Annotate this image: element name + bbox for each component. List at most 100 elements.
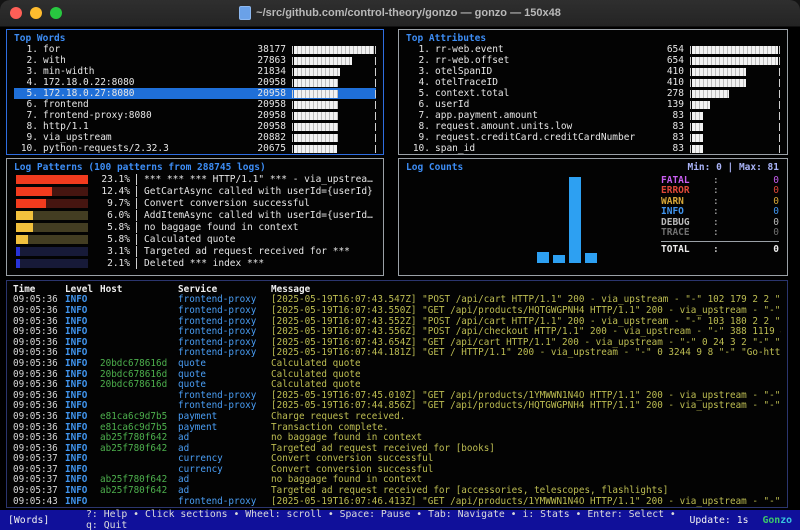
log-row[interactable]: 09:05:36INFOe81ca6c9d7b5paymentTransacti… [13,422,781,433]
top-list-item[interactable]: 10.span_id83 [406,143,780,154]
log-host: 20bdc678616d [100,369,173,380]
top-list-item[interactable]: 1.for38177 [14,44,376,55]
top-list-item[interactable]: 5.172.18.0.27:808020958 [14,88,376,99]
log-time: 09:05:36 [13,294,60,305]
log-row[interactable]: 09:05:43INFOfrontend-proxy[2025-05-19T16… [13,496,781,507]
panel-logs[interactable]: Time Level Host Service Message 09:05:36… [6,280,788,508]
level-stat-row: ERROR:0 [661,186,779,197]
log-patterns-title: Log Patterns (100 patterns from 288745 l… [14,162,376,173]
pattern-message: Calculated quote [136,234,376,245]
logs-rows: 09:05:36 INFO frontend-proxy [2025-05-19T16… [13,295,781,507]
item-label: frontend [43,99,242,110]
log-row[interactable]: 09:05:36INFOab25f780f642adno baggage fou… [13,432,781,443]
mode-indicator: [Words] [8,515,86,526]
log-row[interactable]: 09:05:36INFOfrontend-proxy[2025-05-19T16… [13,390,781,401]
panel-log-counts[interactable]: Log Counts Min: 0 | Max: 81 FATAL:0ERROR… [398,158,788,276]
top-list-item[interactable]: 8.http/1.120958 [14,121,376,132]
item-rank: 3. [406,66,430,77]
top-list-item[interactable]: 7.app.payment.amount83 [406,110,780,121]
log-patterns-list: 23.1%*** *** *** HTTP/1.1" *** - via_ups… [14,173,376,269]
panel-top-words[interactable]: Top Words 1.for381772.with278633.min-wid… [6,29,384,155]
top-list-item[interactable]: 9.via_upstream20882 [14,132,376,143]
document-icon [239,6,251,20]
log-row[interactable]: 09:05:36INFOfrontend-proxy[2025-05-19T16… [13,326,781,337]
log-pattern-item[interactable]: 23.1%*** *** *** HTTP/1.1" *** - via_ups… [14,173,376,185]
close-button[interactable] [10,7,22,19]
item-count: 20958 [242,121,286,132]
log-row[interactable]: 09:05:36INFOfrontend-proxy[2025-05-19T16… [13,401,781,412]
level-stat-value: 0 [723,217,779,228]
maximize-button[interactable] [50,7,62,19]
top-list-item[interactable]: 2.rr-web.offset654 [406,55,780,66]
window-title: ~/src/github.com/control-theory/gonzo — … [256,7,561,19]
log-row[interactable]: 09:05:37INFOcurrencyConvert conversion s… [13,464,781,475]
top-list-item[interactable]: 2.with27863 [14,55,376,66]
log-service: currency [178,453,266,464]
level-stat-row: TRACE:0 [661,228,779,239]
minimize-button[interactable] [30,7,42,19]
top-list-item[interactable]: 3.min-width21834 [14,66,376,77]
log-pattern-item[interactable]: 2.1%Deleted *** index *** [14,257,376,269]
log-row[interactable]: 09:05:37INFOcurrencyConvert conversion s… [13,454,781,465]
header-time: Time [13,284,60,295]
log-row[interactable]: 09:05:36INFOfrontend-proxy[2025-05-19T16… [13,348,781,359]
log-row[interactable]: 09:05:36INFO20bdc678616dquoteCalculated … [13,369,781,380]
log-message: [2025-05-19T16:07:44.181Z] "GET / HTTP/1… [271,347,781,358]
log-host: e81ca6c9d7b5 [100,411,173,422]
log-host: ab25f780f642 [100,485,173,496]
log-row[interactable]: 09:05:36INFOab25f780f642adTargeted ad re… [13,443,781,454]
log-pattern-item[interactable]: 12.4%GetCartAsync called with userId={us… [14,185,376,197]
item-rank: 4. [406,77,430,88]
log-row[interactable]: 09:05:36INFO20bdc678616dquoteCalculated … [13,379,781,390]
log-pattern-item[interactable]: 9.7%Convert conversion successful [14,197,376,209]
top-list-item[interactable]: 7.frontend-proxy:808020958 [14,110,376,121]
log-service: frontend-proxy [178,316,266,327]
panel-top-attributes[interactable]: Top Attributes 1.rr-web.event6542.rr-web… [398,29,788,155]
item-count: 20958 [242,88,286,99]
log-row[interactable]: 09:05:36INFOfrontend-proxy[2025-05-19T16… [13,316,781,327]
log-message: [2025-05-19T16:07:44.856Z] "GET /api/pro… [271,400,781,411]
level-stat-value: 0 [723,206,779,217]
log-row[interactable]: 09:05:36INFOfrontend-proxy[2025-05-19T16… [13,337,781,348]
top-list-item[interactable]: 9.request.creditCard.creditCardNumber83 [406,132,780,143]
log-service: ad [178,474,266,485]
log-row[interactable]: 09:05:36INFO20bdc678616dquoteCalculated … [13,358,781,369]
item-bar [690,68,780,76]
top-list-item[interactable]: 1.rr-web.event654 [406,44,780,55]
log-pattern-item[interactable]: 6.0%AddItemAsync called with userId={use… [14,209,376,221]
histogram-bar [569,177,581,263]
pattern-bar [16,175,88,184]
top-list-item[interactable]: 8.request.amount.units.low83 [406,121,780,132]
item-label: userId [435,99,640,110]
log-row[interactable]: 09:05:36INFOfrontend-proxy[2025-05-19T16… [13,305,781,316]
item-label: for [43,44,242,55]
top-list-item[interactable]: 5.context.total278 [406,88,780,99]
top-list-item[interactable]: 4.172.18.0.22:808020958 [14,77,376,88]
log-service: ad [178,485,266,496]
log-pattern-item[interactable]: 5.8%Calculated quote [14,233,376,245]
top-list-item[interactable]: 4.otelTraceID410 [406,77,780,88]
log-service: frontend-proxy [178,347,266,358]
pattern-percent: 2.1% [88,258,130,269]
log-message: Calculated quote [271,369,781,380]
log-row[interactable]: 09:05:37INFOab25f780f642adTargeted ad re… [13,485,781,496]
log-row[interactable]: 09:05:36INFOe81ca6c9d7b5paymentCharge re… [13,411,781,422]
log-message: [2025-05-19T16:07:43.556Z] "POST /api/ch… [271,326,781,337]
panel-log-patterns[interactable]: Log Patterns (100 patterns from 288745 l… [6,158,384,276]
log-row[interactable]: 09:05:36INFOfrontend-proxy[2025-05-19T16… [13,295,781,306]
item-count: 83 [640,132,684,143]
histogram-bar [537,252,549,263]
item-bar [690,90,780,98]
log-row[interactable]: 09:05:37INFOab25f780f642adno baggage fou… [13,475,781,486]
log-pattern-item[interactable]: 5.8%no baggage found in context [14,221,376,233]
top-list-item[interactable]: 6.userId139 [406,99,780,110]
item-label: span_id [435,143,640,154]
top-list-item[interactable]: 10.python-requests/2.32.320675 [14,143,376,154]
top-list-item[interactable]: 6.frontend20958 [14,99,376,110]
log-pattern-item[interactable]: 3.1%Targeted ad request received for *** [14,245,376,257]
log-level: INFO [65,379,95,390]
item-count: 410 [640,77,684,88]
log-host: ab25f780f642 [100,443,173,454]
top-list-item[interactable]: 3.otelSpanID410 [406,66,780,77]
level-stat-value: 0 [723,196,779,207]
